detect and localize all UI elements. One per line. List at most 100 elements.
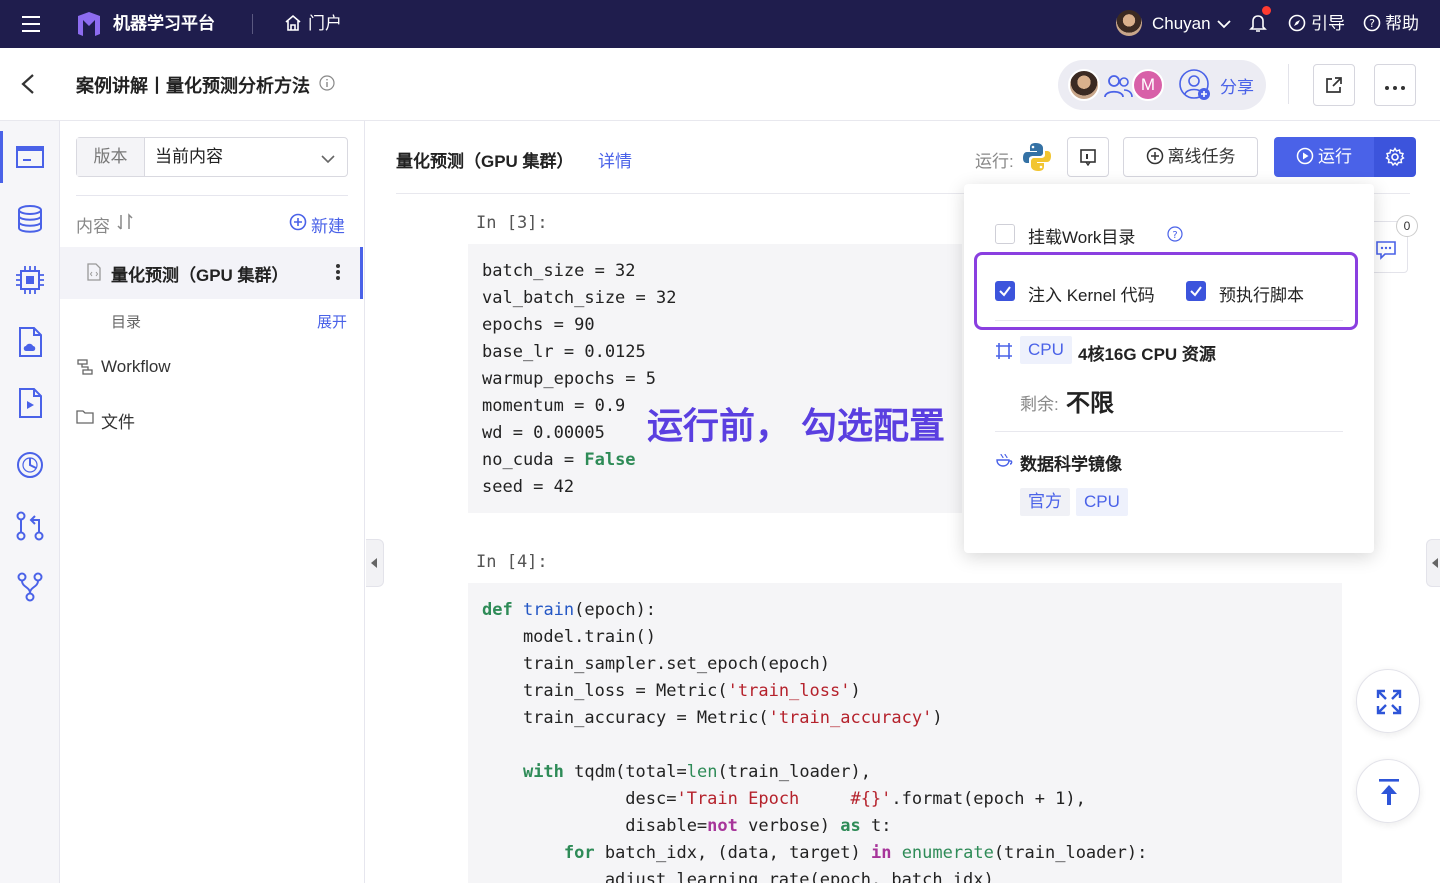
share-button[interactable]: 分享 [1220, 73, 1254, 98]
code-cell-4[interactable]: def train(epoch): model.train() train_sa… [468, 583, 1342, 883]
run-label: 运行: [975, 152, 1014, 171]
notebook-file-icon [86, 263, 102, 286]
left-icon-rail [0, 121, 60, 883]
debug-button[interactable] [1067, 137, 1109, 177]
git-compare-icon[interactable] [12, 508, 48, 544]
notebook-item-name: 量化预测（GPU 集群） [111, 266, 289, 285]
expand-link[interactable]: 展开 [317, 311, 347, 332]
fullscreen-button[interactable] [1356, 669, 1420, 733]
export-button[interactable] [1313, 64, 1355, 106]
collaborator-avatar-m[interactable]: M [1132, 69, 1164, 101]
notebook-icon[interactable] [12, 139, 48, 175]
coffee-cup-icon [995, 452, 1013, 473]
add-circle-icon[interactable] [289, 213, 307, 236]
more-dots-icon [1385, 86, 1405, 90]
history-icon[interactable] [12, 447, 48, 483]
home-icon [284, 14, 302, 32]
code-line: disable=not verbose) as t: [482, 816, 892, 836]
offline-task-button[interactable]: 离线任务 [1123, 137, 1258, 177]
collapse-right-handle[interactable] [1426, 539, 1440, 587]
toc-label: 目录 [111, 314, 142, 331]
video-file-icon[interactable] [12, 385, 48, 421]
cell-prompt: In [3]: [476, 213, 548, 233]
code-line: train_sampler.set_epoch(epoch) [482, 654, 830, 674]
details-link[interactable]: 详情 [598, 147, 632, 172]
compass-icon[interactable] [1288, 14, 1306, 37]
code-line: seed = 42 [482, 477, 575, 497]
database-icon[interactable] [12, 201, 48, 237]
mount-work-checkbox[interactable] [995, 224, 1015, 244]
workflow-branch-icon[interactable] [12, 569, 48, 605]
collaborator-avatar[interactable] [1068, 69, 1100, 101]
frame-icon [1080, 149, 1096, 167]
help-link[interactable]: 帮助 [1385, 0, 1419, 48]
sort-icon[interactable] [117, 213, 133, 236]
svg-text:?: ? [1369, 17, 1375, 30]
bell-icon[interactable] [1249, 13, 1267, 38]
code-line: warmup_epochs = 5 [482, 369, 656, 389]
cloud-file-icon[interactable] [12, 324, 48, 360]
version-label: 版本 [77, 138, 145, 176]
gear-icon [1385, 147, 1405, 167]
group-users-icon[interactable] [1102, 72, 1134, 105]
new-button[interactable]: 新建 [311, 212, 345, 237]
image-tag-official: 官方 [1020, 488, 1070, 516]
files-item[interactable]: 文件 [101, 408, 135, 433]
code-line: desc='Train Epoch #{}'.format(epoch + 1)… [482, 789, 1086, 809]
comment-icon [1376, 241, 1396, 260]
code-line: for batch_idx, (data, target) in enumera… [563, 843, 1148, 863]
notebook-sidebar: 版本 当前内容 内容 新建 量化预测（GPU 集群） 目录 展开 Workflo… [60, 121, 365, 883]
notebook-title: 量化预测（GPU 集群） [396, 152, 574, 171]
comment-count-badge: 0 [1396, 215, 1418, 237]
resource-name: 4核16G CPU 资源 [1078, 345, 1216, 364]
topbar-divider [252, 14, 253, 34]
guide-link[interactable]: 引导 [1311, 0, 1345, 48]
add-user-icon[interactable] [1178, 68, 1212, 107]
sidebar-divider [76, 195, 348, 196]
chevron-down-icon [321, 151, 335, 169]
code-line: val_batch_size = 32 [482, 288, 677, 308]
kebab-menu-icon[interactable] [335, 263, 341, 286]
collapse-sidebar-handle[interactable] [366, 539, 384, 587]
caret-left-icon [1432, 558, 1438, 568]
code-cell-3[interactable]: batch_size = 32 val_batch_size = 32 epochs… [468, 244, 962, 513]
run-settings-button[interactable] [1374, 137, 1416, 177]
run-button[interactable]: 运行 [1274, 137, 1374, 177]
offline-task-label: 离线任务 [1167, 147, 1236, 166]
code-line: train_accuracy = Metric('train_accuracy'… [482, 708, 943, 728]
scroll-to-top-button[interactable] [1356, 759, 1420, 823]
more-button[interactable] [1374, 64, 1416, 106]
info-icon[interactable] [319, 75, 335, 96]
annotation-text: 运行前， 勾选配置 [647, 405, 946, 446]
notification-dot [1262, 6, 1271, 15]
play-circle-icon [1296, 147, 1314, 165]
notebook-list-item[interactable]: 量化预测（GPU 集群） [60, 247, 363, 299]
run-settings-popover: 挂载Work目录 ? 注入 Kernel 代码 预执行脚本 CPU 4核16G … [964, 184, 1374, 553]
content-label: 内容 [76, 217, 110, 236]
rail-active-indicator [0, 131, 3, 183]
notebook-header: 案例讲解丨量化预测分析方法 M 分享 [0, 48, 1440, 121]
chip-icon[interactable] [12, 262, 48, 298]
version-select[interactable]: 版本 当前内容 [76, 137, 348, 177]
user-name[interactable]: Chuyan [1152, 0, 1211, 48]
highlight-annotation-box [974, 252, 1358, 330]
user-avatar[interactable] [1116, 10, 1142, 36]
menu-icon[interactable] [22, 15, 42, 33]
version-value: 当前内容 [155, 147, 223, 166]
back-arrow-icon[interactable] [20, 73, 36, 100]
chevron-down-icon[interactable] [1217, 17, 1231, 35]
arrow-to-top-icon [1379, 779, 1399, 805]
help-icon[interactable]: ? [1363, 14, 1381, 37]
mount-work-label: 挂载Work目录 [1028, 228, 1136, 247]
help-icon[interactable]: ? [1167, 226, 1183, 247]
expand-icon [1376, 689, 1402, 715]
workflow-item[interactable]: Workflow [101, 357, 171, 377]
app-name[interactable]: 机器学习平台 [113, 0, 215, 48]
add-circle-icon [1146, 147, 1163, 165]
run-button-label: 运行 [1318, 147, 1352, 166]
portal-link[interactable]: 门户 [308, 0, 342, 48]
top-nav-bar: 机器学习平台 门户 Chuyan 引导 ? 帮助 [0, 0, 1440, 48]
code-line: adjust_learning_rate(epoch, batch_idx) [482, 870, 994, 883]
code-line: epochs = 90 [482, 315, 595, 335]
python-icon[interactable] [1022, 141, 1052, 178]
